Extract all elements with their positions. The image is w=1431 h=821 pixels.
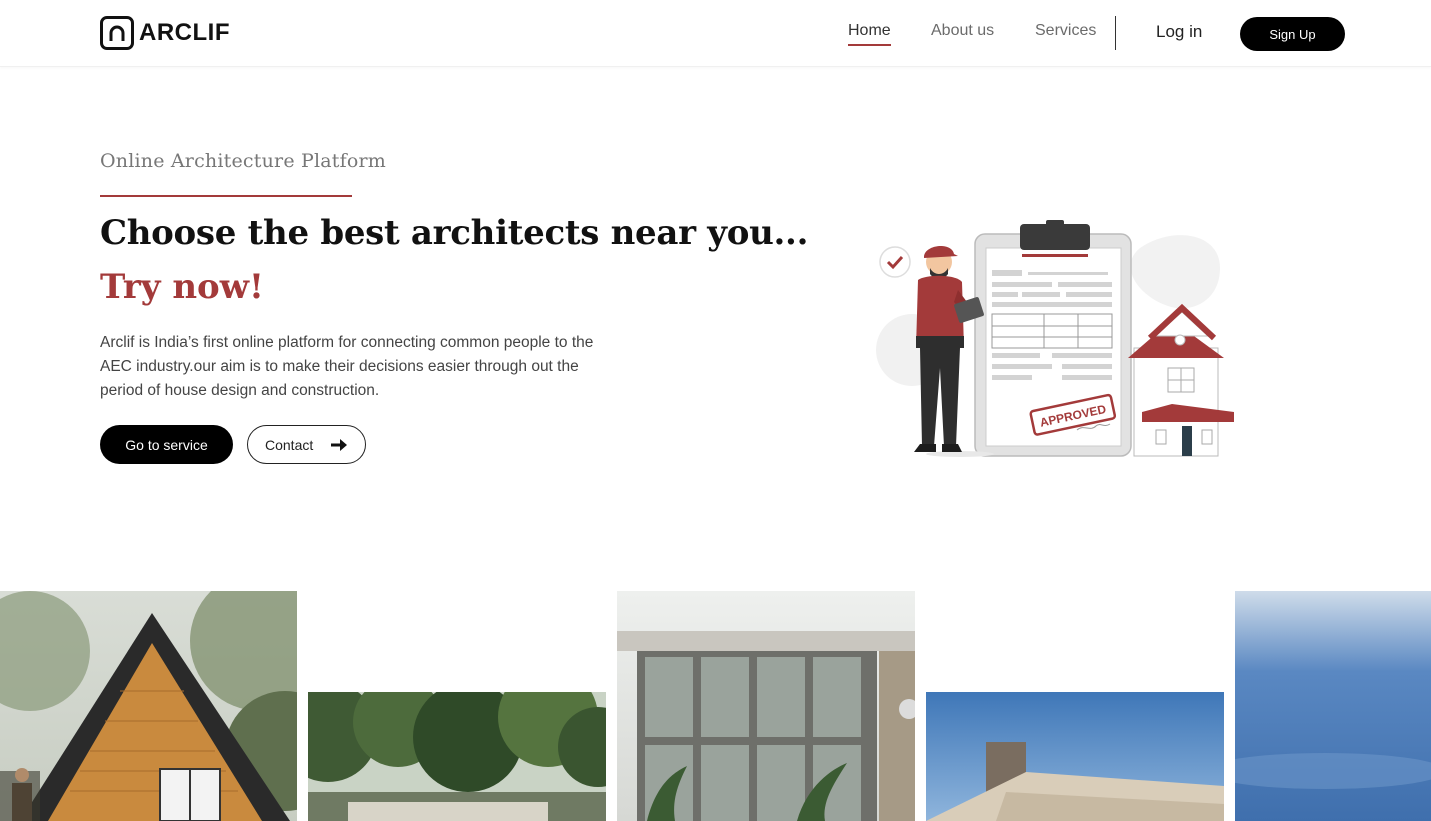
nav-divider — [1115, 16, 1116, 50]
go-to-service-button[interactable]: Go to service — [100, 425, 233, 464]
logo-text: ARCLIF — [139, 19, 230, 46]
nav-services[interactable]: Services — [1035, 22, 1096, 40]
forest-villa-photo[interactable] — [308, 692, 606, 821]
a-frame-cabin-photo[interactable] — [0, 591, 297, 821]
logo[interactable]: ARCLIF — [100, 16, 230, 50]
approval-illustration: APPROVED — [876, 220, 1234, 457]
modern-house-sky-photo[interactable] — [926, 692, 1224, 821]
blue-sky-photo[interactable] — [1235, 591, 1431, 821]
hero-description: Arclif is India’s first online platform … — [100, 334, 594, 399]
signup-button[interactable]: Sign Up — [1240, 17, 1345, 51]
glass-facade-building-photo[interactable] — [617, 591, 915, 821]
house-illustration — [1128, 303, 1234, 457]
hero-eyebrow: Online Architecture Platform — [100, 150, 386, 172]
hero-accent-text: Try now! — [100, 267, 264, 307]
contact-button[interactable]: Contact — [247, 425, 366, 464]
check-circle-icon — [879, 246, 911, 278]
eyebrow-underline — [100, 195, 352, 197]
nav-home[interactable]: Home — [848, 22, 891, 46]
arrow-right-icon — [331, 438, 348, 451]
house-outline-icon — [100, 16, 134, 50]
login-link[interactable]: Log in — [1156, 22, 1202, 42]
site-header: ARCLIF Home About us Services Log in Sig… — [0, 0, 1431, 67]
contact-button-label: Contact — [265, 436, 314, 453]
project-gallery — [0, 590, 1431, 821]
nav-about-us[interactable]: About us — [931, 22, 994, 40]
hero-headline: Choose the best architects near you... — [100, 213, 809, 253]
